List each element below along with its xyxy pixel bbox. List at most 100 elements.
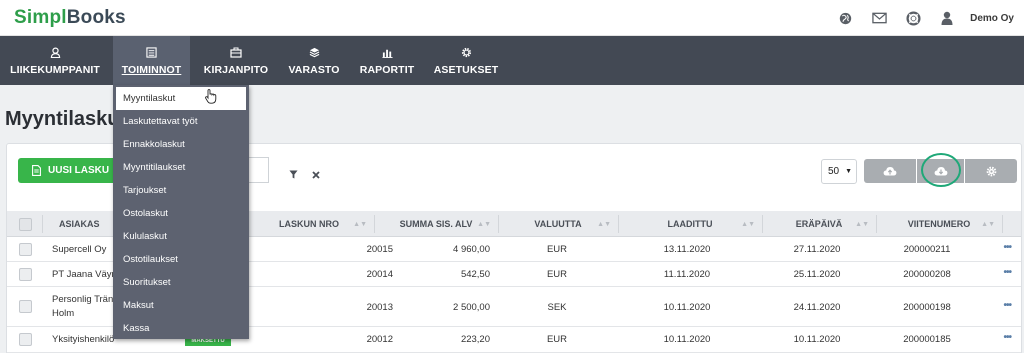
cell-due: 25.11.2020	[793, 269, 841, 280]
partner-icon	[50, 45, 61, 59]
sort-icon: ▲▼	[855, 220, 869, 228]
cell-ref: 200000198	[903, 302, 951, 313]
cell-ref: 200000208	[903, 269, 951, 280]
menu-item-myyntitilaukset[interactable]: Myyntitilaukset	[113, 156, 249, 179]
cell-due: 27.11.2020	[793, 244, 841, 255]
clear-filter-icon[interactable]	[312, 166, 320, 184]
nav-item-toiminnot[interactable]: TOIMINNOT	[113, 36, 190, 85]
logo-part1: Simpl	[14, 7, 67, 28]
mail-icon[interactable]	[862, 0, 896, 36]
cell-ref: 200000211	[903, 244, 951, 255]
logo[interactable]: SimplBooks	[14, 7, 126, 29]
nav-label: RAPORTIT	[359, 64, 415, 76]
nav-label: LIIKEKUMPPANIT	[10, 64, 100, 76]
menu-item-ostotilaukset[interactable]: Ostotilaukset	[113, 248, 249, 271]
select-all-checkbox[interactable]	[19, 211, 39, 237]
menu-item-tarjoukset[interactable]: Tarjoukset	[113, 179, 249, 202]
filter-icon[interactable]	[289, 166, 298, 184]
cell-customer[interactable]: Yksityishenkilö	[52, 334, 114, 345]
row-checkbox[interactable]	[19, 243, 32, 256]
cell-customer[interactable]: PT Jaana Väyry	[52, 269, 119, 280]
menu-item-laskutettavat-tyot[interactable]: Laskutettavat työt	[113, 110, 249, 133]
cell-customer-line2[interactable]: Holm	[52, 308, 74, 319]
cell-sum: 542,50	[460, 269, 490, 280]
lifebuoy-icon[interactable]	[896, 0, 930, 36]
nav-label: KIRJANPITO	[203, 64, 269, 76]
col-header-ref[interactable]: VIITENUMERO ▲▼	[879, 211, 999, 237]
cell-ref: 200000185	[903, 334, 951, 345]
sort-icon: ▲▼	[477, 220, 491, 228]
row-menu-icon[interactable]: •••	[1003, 300, 1011, 311]
menu-item-ennakkolaskut[interactable]: Ennakkolaskut	[113, 133, 249, 156]
nav-item-liikekumppanit[interactable]: LIIKEKUMPPANIT	[4, 36, 106, 85]
sort-icon: ▲▼	[981, 220, 995, 228]
cell-created: 10.11.2020	[663, 334, 711, 345]
cell-due: 24.11.2020	[793, 302, 841, 313]
bar-chart-icon	[381, 45, 393, 59]
nav-label: ASETUKSET	[433, 64, 499, 76]
row-checkbox[interactable]	[19, 268, 32, 281]
nav-item-varasto[interactable]: VARASTO	[285, 36, 343, 85]
user-icon[interactable]	[930, 0, 964, 36]
col-label: ERÄPÄIVÄ	[795, 219, 843, 229]
cell-customer[interactable]: Supercell Oy	[52, 244, 106, 255]
menu-item-ostolaskut[interactable]: Ostolaskut	[113, 202, 249, 225]
new-invoice-label: UUSI LASKU	[48, 165, 110, 176]
cell-number: 20013	[366, 302, 393, 313]
col-label: VIITENUMERO	[907, 219, 971, 229]
nav-label: TOIMINNOT	[121, 64, 182, 76]
chevron-down-icon: ▼	[845, 168, 853, 175]
per-page-select[interactable]: 50 ▼	[821, 159, 857, 184]
sort-icon: ▲▼	[353, 220, 367, 228]
gear-icon	[986, 166, 996, 176]
boxes-icon	[309, 45, 320, 59]
col-header-sum[interactable]: SUMMA SIS. ALV ▲▼	[377, 211, 495, 237]
toiminnot-dropdown: Myyntilaskut Laskutettavat työt Ennakkol…	[113, 85, 249, 339]
cell-customer[interactable]: Personlig Trän	[52, 294, 113, 305]
col-header-created[interactable]: LAADITTU ▲▼	[621, 211, 759, 237]
cell-currency: EUR	[546, 334, 568, 345]
menu-item-kassa[interactable]: Kassa	[113, 317, 249, 340]
col-header-number[interactable]: LASKUN NRO ▲▼	[247, 211, 371, 237]
col-label: SUMMA SIS. ALV	[399, 219, 473, 229]
col-label: VALUUTTA	[534, 219, 582, 229]
header-actions: Demo Oy	[828, 0, 1014, 36]
menu-item-kululaskut[interactable]: Kululaskut	[113, 225, 249, 248]
cell-created: 13.11.2020	[663, 244, 711, 255]
row-checkbox[interactable]	[19, 300, 32, 313]
cell-number: 20015	[366, 244, 393, 255]
calculator-icon	[146, 45, 157, 59]
row-menu-icon[interactable]: •••	[1003, 267, 1011, 278]
globe-icon[interactable]	[828, 0, 862, 36]
menu-item-myyntilaskut[interactable]: Myyntilaskut	[116, 87, 246, 110]
nav-item-raportit[interactable]: RAPORTIT	[357, 36, 417, 85]
gear-icon	[461, 45, 472, 59]
company-name[interactable]: Demo Oy	[970, 13, 1014, 24]
col-label: LAADITTU	[667, 219, 713, 229]
row-menu-icon[interactable]: •••	[1003, 242, 1011, 253]
nav-label: VARASTO	[288, 64, 340, 76]
briefcase-icon	[230, 45, 242, 59]
row-menu-icon[interactable]: •••	[1003, 332, 1011, 343]
cell-sum: 2 500,00	[453, 302, 490, 313]
document-icon	[32, 165, 41, 176]
cell-currency: SEK	[547, 302, 567, 313]
per-page-value: 50	[828, 166, 840, 177]
cell-due: 10.11.2020	[793, 334, 841, 345]
nav-item-kirjanpito[interactable]: KIRJANPITO	[200, 36, 272, 85]
top-header: SimplBooks Demo Oy	[0, 0, 1024, 36]
col-label: LASKUN NRO	[279, 219, 339, 229]
sort-icon: ▲▼	[597, 220, 611, 228]
page-title: Myyntilaskut	[5, 108, 127, 130]
row-checkbox[interactable]	[19, 333, 32, 346]
nav-item-asetukset[interactable]: ASETUKSET	[432, 36, 500, 85]
cloud-upload-icon	[883, 167, 897, 176]
col-header-due[interactable]: ERÄPÄIVÄ ▲▼	[765, 211, 873, 237]
hand-cursor-icon	[205, 89, 217, 109]
menu-item-suoritukset[interactable]: Suoritukset	[113, 271, 249, 294]
settings-button[interactable]	[965, 159, 1017, 183]
highlight-ring	[921, 153, 961, 187]
upload-button[interactable]	[864, 159, 916, 183]
col-header-currency[interactable]: VALUUTTA ▲▼	[501, 211, 615, 237]
menu-item-maksut[interactable]: Maksut	[113, 294, 249, 317]
